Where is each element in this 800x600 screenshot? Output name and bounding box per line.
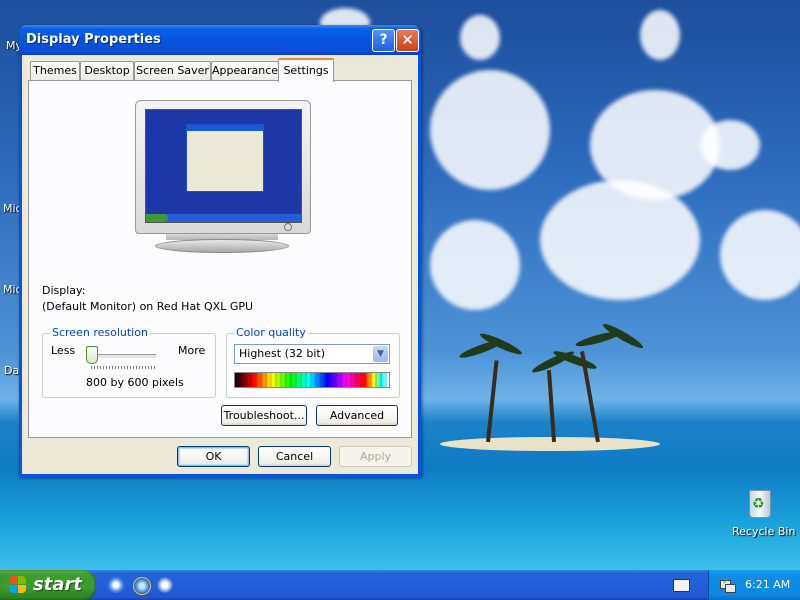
wallpaper-cloud xyxy=(700,120,760,170)
tab-desktop[interactable]: Desktop xyxy=(80,61,134,80)
tab-settings[interactable]: Settings xyxy=(278,58,334,82)
network-icon[interactable]: ✓ xyxy=(719,577,736,593)
wallpaper-cloud xyxy=(460,15,500,60)
color-quality-group: Color quality Highest (32 bit) ▼ xyxy=(226,326,400,398)
recycle-bin-label[interactable]: Recycle Bin xyxy=(732,525,795,538)
clock[interactable]: 6:21 AM xyxy=(745,578,790,591)
start-label: start xyxy=(33,574,82,595)
palm-tree xyxy=(546,370,556,443)
close-button[interactable]: ✕ xyxy=(396,29,419,52)
resolution-slider-track[interactable] xyxy=(90,354,156,359)
apply-button[interactable]: Apply xyxy=(339,446,412,467)
windows-flag-icon xyxy=(9,576,27,594)
monitor-preview xyxy=(135,100,311,234)
monitor-base xyxy=(155,239,289,253)
color-quality-value: Highest (32 bit) xyxy=(239,347,326,360)
window-title: Display Properties xyxy=(26,32,161,47)
title-bar[interactable]: Display Properties ? ✕ xyxy=(19,25,421,55)
tab-appearance[interactable]: Appearance xyxy=(211,61,279,80)
monitor-screen xyxy=(145,109,302,223)
media-player-icon[interactable] xyxy=(157,577,173,593)
wallpaper-cloud xyxy=(430,220,520,310)
chevron-down-icon[interactable]: ▼ xyxy=(373,346,388,362)
resolution-slider-thumb[interactable] xyxy=(86,346,98,364)
keyboard-icon[interactable] xyxy=(673,579,690,592)
tab-themes[interactable]: Themes xyxy=(30,61,80,80)
display-label: Display: xyxy=(42,284,86,297)
taskbar: start ✓ 6:21 AM xyxy=(0,570,800,600)
screen-resolution-title: Screen resolution xyxy=(50,326,150,339)
system-tray: ✓ 6:21 AM xyxy=(708,570,800,600)
color-quality-title: Color quality xyxy=(234,326,308,339)
settings-tab-panel: Display: (Default Monitor) on Red Hat QX… xyxy=(28,80,412,438)
start-button[interactable]: start xyxy=(0,570,96,600)
slider-ticks xyxy=(91,366,157,369)
cancel-button[interactable]: Cancel xyxy=(258,446,331,467)
dialog-client-area: Themes Desktop Screen Saver Appearance S… xyxy=(22,55,418,474)
show-desktop-icon[interactable] xyxy=(108,577,124,593)
recycle-bin-icon[interactable]: ♻ xyxy=(743,486,775,518)
ok-button[interactable]: OK xyxy=(177,446,250,467)
screen-resolution-group: Screen resolution Less More 800 by 600 p… xyxy=(42,326,216,398)
preview-start-button xyxy=(146,214,168,222)
tab-screen-saver[interactable]: Screen Saver xyxy=(134,61,211,80)
color-spectrum-bar xyxy=(234,372,390,388)
display-device: (Default Monitor) on Red Hat QXL GPU xyxy=(42,300,254,313)
island xyxy=(440,437,660,451)
preview-window xyxy=(186,124,264,192)
wallpaper-cloud xyxy=(640,10,680,60)
troubleshoot-button[interactable]: Troubleshoot... xyxy=(221,405,307,426)
resolution-value: 800 by 600 pixels xyxy=(86,376,184,389)
slider-more-label: More xyxy=(178,344,206,357)
internet-explorer-icon[interactable] xyxy=(133,577,151,595)
display-properties-window[interactable]: Display Properties ? ✕ Themes Desktop Sc… xyxy=(19,25,421,477)
color-quality-select[interactable]: Highest (32 bit) ▼ xyxy=(234,344,390,364)
recycle-arrows-icon: ♻ xyxy=(752,496,765,512)
advanced-button[interactable]: Advanced xyxy=(316,405,398,426)
power-led-icon xyxy=(284,223,292,231)
help-button[interactable]: ? xyxy=(372,29,395,52)
palm-tree xyxy=(486,360,499,443)
wallpaper-cloud xyxy=(430,70,550,190)
preview-taskbar xyxy=(146,214,301,222)
wallpaper-cloud xyxy=(540,180,700,300)
desktop-icon-label[interactable]: Da xyxy=(4,364,19,377)
wallpaper-cloud xyxy=(720,210,800,300)
slider-less-label: Less xyxy=(51,344,76,357)
